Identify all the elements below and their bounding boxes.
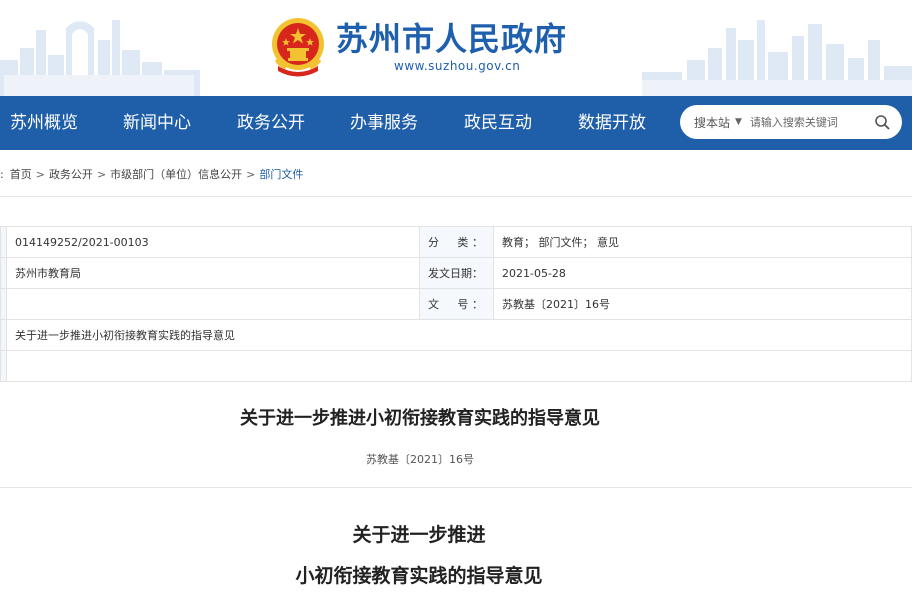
meta-subject: 关于进一步推进小初衔接教育实践的指导意见 [6,319,912,351]
meta-category-value: 教育； 部门文件； 意见 [493,226,912,258]
search-input[interactable] [749,115,860,129]
breadcrumb: : 首页 > 政务公开 > 市级部门（单位）信息公开 > 部门文件 [0,164,303,184]
meta-row [0,350,912,382]
meta-index-number: 014149252/2021-00103 [6,226,420,258]
search-box: 搜本站 ▼ [680,105,902,139]
meta-publisher: 苏州市教育局 [6,257,420,289]
breadcrumb-separator: > [246,167,256,181]
meta-row: 关于进一步推进小初衔接教育实践的指导意见 [0,319,912,351]
article-body-heading-line1: 关于进一步推进 [352,524,486,546]
nav-item-services[interactable]: 办事服务 [350,96,418,150]
meta-category-label: 分 类： [419,226,494,258]
site-url: www.suzhou.gov.cn [394,59,521,73]
meta-row: 文 号： 苏教基〔2021〕16号 [0,288,912,320]
breadcrumb-separator: > [96,167,107,181]
article-body-heading-line2: 小初衔接教育实践的指导意见 [295,565,543,587]
article-doc-number: 苏教基〔2021〕16号 [366,453,474,466]
meta-date-label: 发文日期： [419,257,494,289]
article-title: 关于进一步推进小初衔接教育实践的指导意见 [240,408,600,429]
divider [0,487,912,488]
site-header: 苏州市人民政府 www.suzhou.gov.cn [0,0,912,96]
meta-date-value: 2021-05-28 [493,257,912,289]
caret-down-icon[interactable]: ▼ [735,117,742,127]
breadcrumb-separator: > [35,167,45,181]
meta-docno-label: 文 号： [419,288,494,320]
breadcrumb-municipal-departments[interactable]: 市级部门（单位）信息公开 [110,166,242,182]
skyline-right-illustration [642,20,912,96]
document-meta-table: 014149252/2021-00103 分 类： 教育； 部门文件； 意见 苏… [0,226,912,382]
nav-item-interaction[interactable]: 政民互动 [464,96,532,150]
meta-row: 苏州市教育局 发文日期： 2021-05-28 [0,257,912,289]
breadcrumb-prefix: : [0,167,4,181]
breadcrumb-home[interactable]: 首页 [10,166,32,182]
site-name: 苏州市人民政府 [336,20,568,58]
nav-item-open-data[interactable]: 数据开放 [578,96,646,150]
search-icon[interactable] [874,114,890,130]
divider [0,196,912,197]
breadcrumb-government-affairs[interactable]: 政务公开 [49,166,93,182]
meta-docno-value: 苏教基〔2021〕16号 [493,288,912,320]
search-scope-select[interactable]: 搜本站 [694,114,730,131]
nav-item-government-affairs[interactable]: 政务公开 [237,96,305,150]
meta-empty-cell [6,288,420,320]
meta-empty-cell [6,350,912,382]
national-emblem-icon [272,18,324,77]
skyline-left-illustration [0,20,200,96]
site-logo[interactable]: 苏州市人民政府 www.suzhou.gov.cn [270,12,567,82]
nav-item-news-center[interactable]: 新闻中心 [123,96,191,150]
meta-row: 014149252/2021-00103 分 类： 教育； 部门文件； 意见 [0,226,912,258]
nav-item-suzhou-overview[interactable]: 苏州概览 [10,96,78,150]
breadcrumb-department-documents[interactable]: 部门文件 [259,166,303,182]
